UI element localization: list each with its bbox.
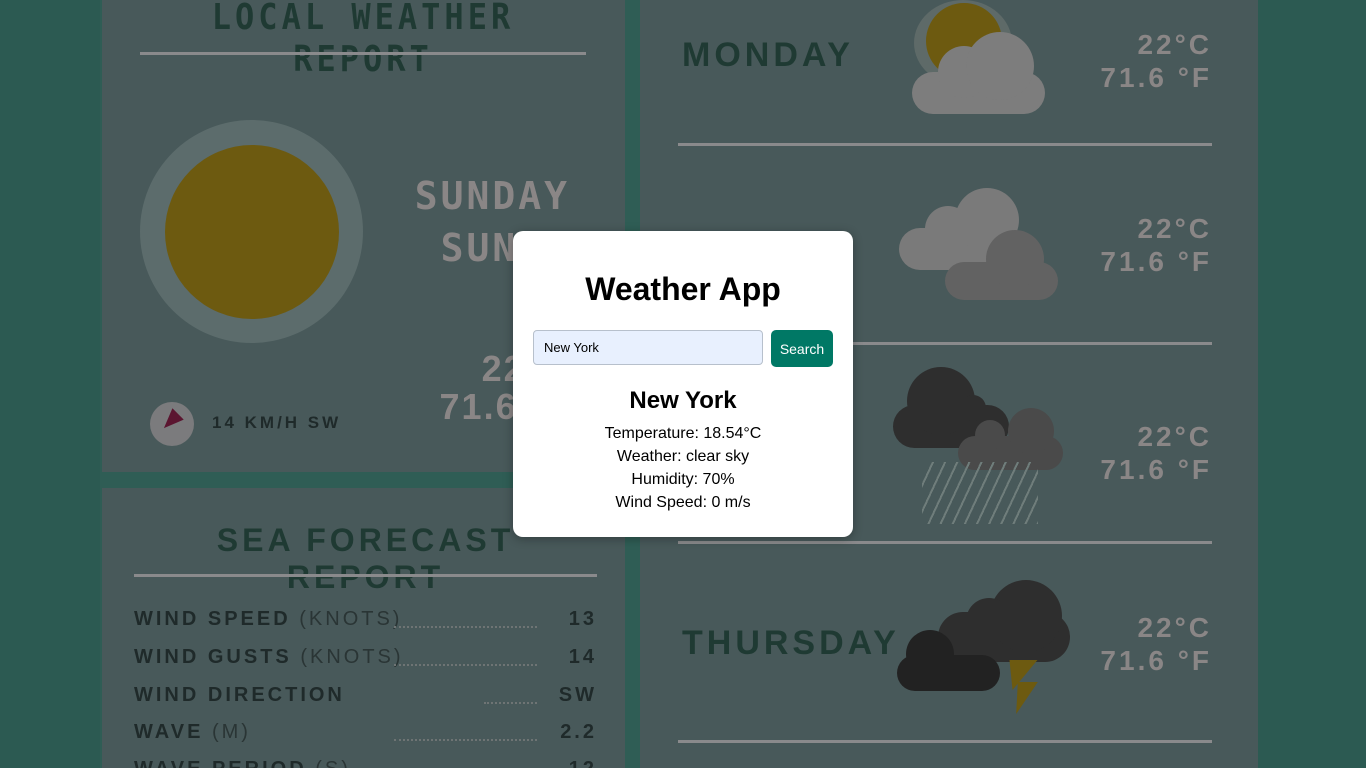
day-temperature: 22°C 71.6 °F [1060, 420, 1212, 486]
dotted-leader [484, 702, 537, 704]
sea-row-value: 14 [568, 646, 597, 668]
day-divider [678, 143, 1212, 146]
day-temp-f: 71.6 °F [1100, 645, 1212, 676]
sea-row-value: SW [558, 684, 597, 706]
day-temp-c: 22°C [1137, 213, 1212, 244]
day-divider [678, 740, 1212, 743]
sea-row: WIND GUSTS (KNOTS) 14 [134, 646, 597, 676]
day-temperature: 22°C 71.6 °F [1060, 212, 1212, 278]
day-name-monday: MONDAY [682, 36, 854, 74]
day-temperature: 22°C 71.6 °F [1060, 28, 1212, 94]
day-temp-f: 71.6 °F [1100, 246, 1212, 277]
sea-row: WIND SPEED (KNOTS) 13 [134, 608, 597, 638]
wind-text: 14 KM/H SW [212, 413, 342, 432]
sea-row-label: WIND SPEED (KNOTS) [134, 608, 403, 630]
day-temp-c: 22°C [1137, 612, 1212, 643]
compass-icon [150, 402, 194, 446]
day-name-thursday: THURSDAY [682, 624, 900, 662]
dotted-leader [394, 626, 537, 628]
sea-row: WIND DIRECTION SW [134, 684, 597, 714]
day-temp-f: 71.6 °F [1100, 62, 1212, 93]
background-right-strip [1258, 0, 1366, 768]
current-day: SUNDAY [414, 174, 570, 218]
day-temp-f: 71.6 °F [1100, 454, 1212, 485]
city-search-input[interactable] [533, 330, 763, 365]
sea-row: WAVE PERIOD (S) 12 [134, 758, 597, 768]
search-button[interactable]: Search [771, 330, 833, 367]
sea-row-value: 12 [569, 758, 597, 768]
weather-app-modal: Weather App Search New York Temperature:… [513, 231, 853, 537]
sea-report-divider [134, 574, 597, 577]
day-divider [678, 541, 1212, 544]
result-city-name: New York [629, 387, 737, 414]
sea-row-value: 2.2 [560, 721, 597, 743]
dotted-leader [394, 664, 537, 666]
result-humidity: Humidity: 70% [631, 471, 735, 488]
result-wind-speed: Wind Speed: 0 m/s [615, 494, 751, 511]
sea-row-label: WAVE PERIOD (S) [134, 758, 351, 768]
sea-row-label: WIND GUSTS (KNOTS) [134, 646, 404, 668]
modal-title: Weather App [585, 271, 781, 307]
local-report-title: LOCAL WEATHER REPORT [211, 0, 515, 80]
sea-row: WAVE (M) 2.2 [134, 721, 597, 751]
sea-row-label: WAVE (M) [134, 721, 251, 743]
sun-icon [165, 145, 339, 319]
background-left-strip [0, 0, 100, 768]
day-temp-c: 22°C [1137, 421, 1212, 452]
day-temperature: 22°C 71.6 °F [1060, 611, 1212, 677]
local-report-divider [140, 52, 586, 55]
wind-arrow-icon [158, 408, 184, 434]
dotted-leader [394, 739, 537, 741]
sea-row-label: WIND DIRECTION [134, 684, 345, 706]
result-weather: Weather: clear sky [616, 448, 750, 465]
result-temperature: Temperature: 18.54°C [604, 425, 762, 442]
day-temp-c: 22°C [1137, 29, 1212, 60]
sea-row-value: 13 [568, 608, 597, 630]
